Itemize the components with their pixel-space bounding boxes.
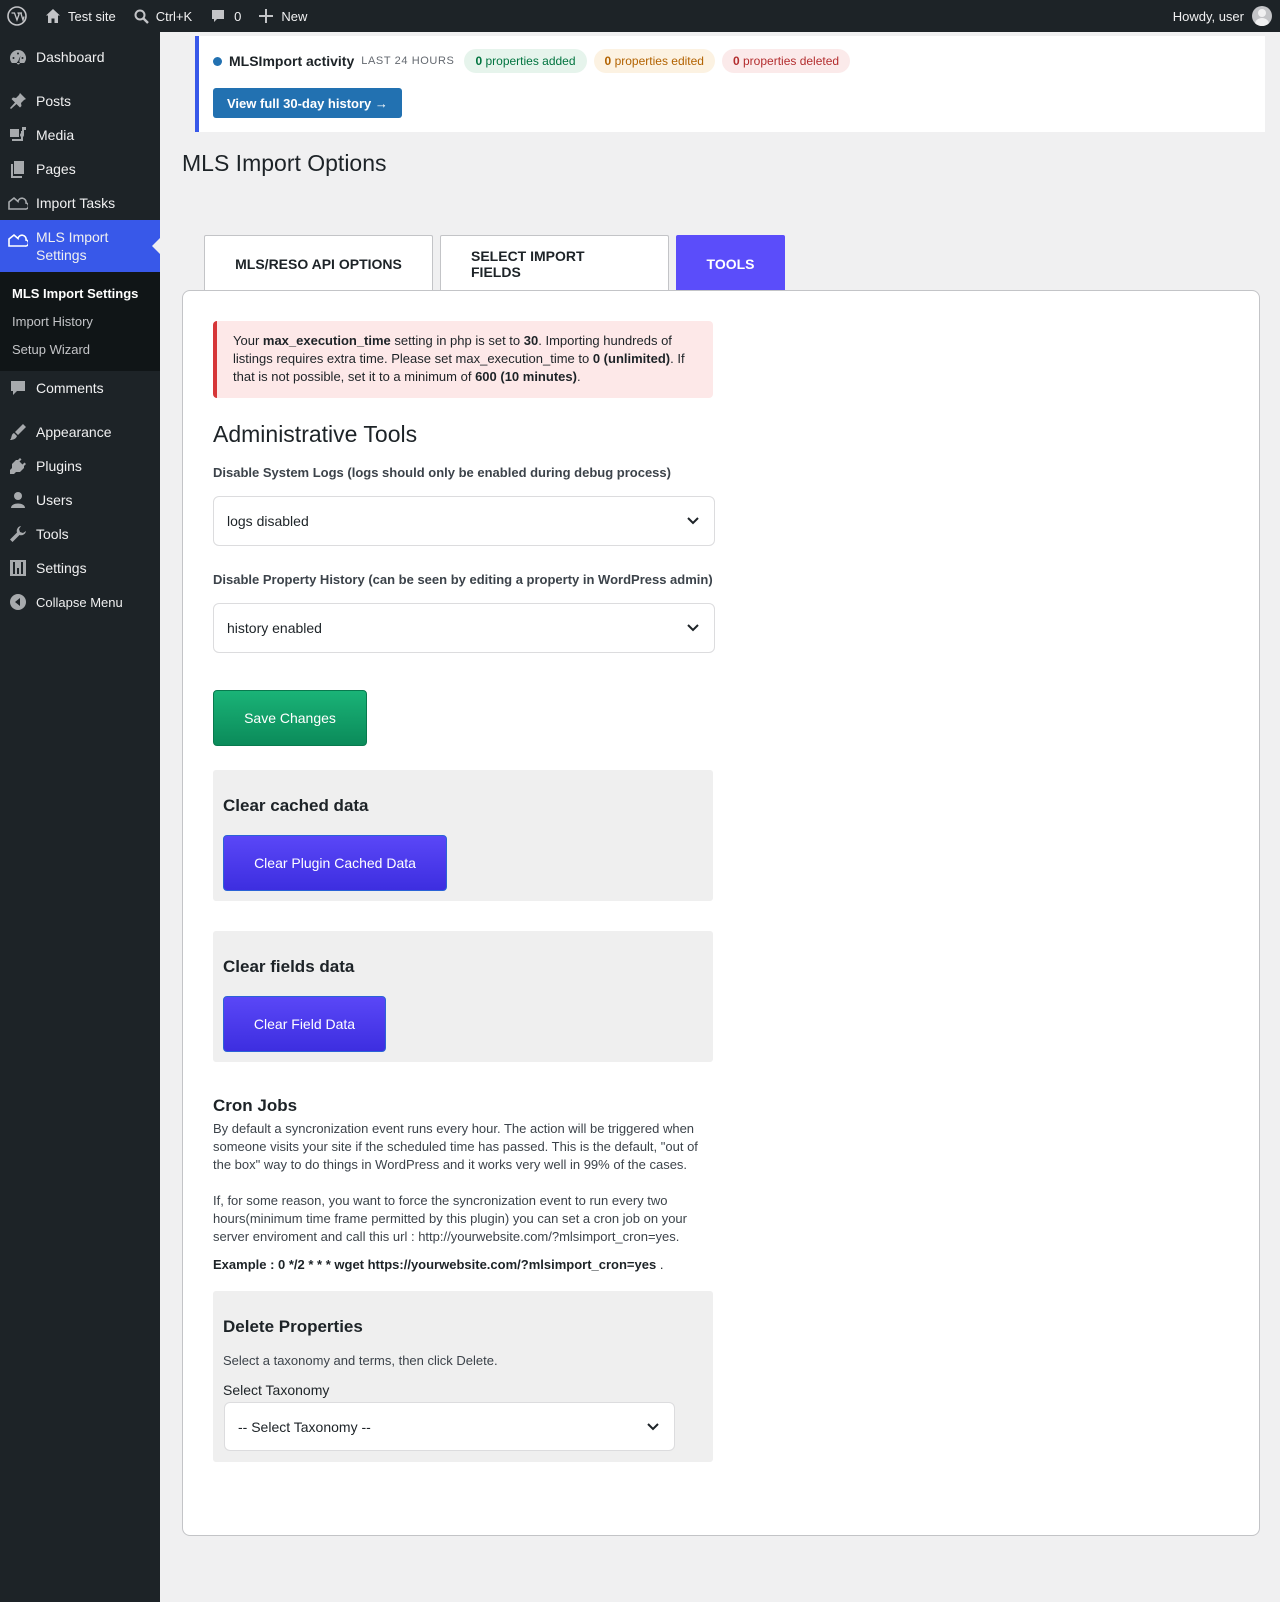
search-shortcut: Ctrl+K — [155, 8, 193, 24]
dashboard-icon — [8, 47, 28, 67]
history-label: Disable Property History (can be seen by… — [213, 572, 713, 587]
user-icon — [8, 490, 28, 510]
pages-icon — [8, 159, 28, 179]
comments-count: 0 — [234, 8, 242, 24]
status-dot — [213, 56, 222, 66]
activity-notice: MLSImport activity LAST 24 HOURS 0 prope… — [195, 36, 1265, 132]
collapse-icon — [8, 592, 28, 612]
sidebar-item-plugins[interactable]: Plugins — [0, 449, 160, 483]
execution-time-warning: Your max_execution_time setting in php i… — [213, 321, 713, 398]
view-history-button[interactable]: View full 30-day history → — [213, 88, 402, 118]
new-content-link[interactable]: New — [249, 0, 315, 32]
submenu-item-import-history[interactable]: Import History — [0, 307, 160, 335]
my-account-link[interactable]: Howdy, user — [1165, 0, 1280, 32]
sidebar-item-appearance[interactable]: Appearance — [0, 415, 160, 449]
cloud-house-icon — [8, 230, 28, 250]
activity-title: MLSImport activity — [229, 53, 355, 69]
deleted-badge: 0 properties deleted — [721, 49, 851, 73]
sidebar-item-mls-import-settings[interactable]: MLS Import Settings — [0, 220, 160, 272]
tab-import-fields[interactable]: SELECT IMPORT FIELDS — [440, 235, 669, 291]
sidebar-item-comments[interactable]: Comments — [0, 371, 160, 405]
mls-import-submenu: MLS Import Settings Import History Setup… — [0, 272, 160, 371]
wrench-icon — [8, 524, 28, 544]
chevron-down-icon — [687, 514, 701, 528]
cron-title: Cron Jobs — [213, 1096, 298, 1115]
cron-example: Example : 0 */2 * * * wget https://yourw… — [213, 1257, 664, 1272]
sidebar-item-settings[interactable]: Settings — [0, 551, 160, 585]
avatar — [1252, 6, 1272, 26]
added-badge: 0 properties added — [464, 49, 587, 73]
sidebar-item-import-tasks[interactable]: Import Tasks — [0, 186, 160, 220]
home-icon — [45, 8, 61, 24]
history-select[interactable]: history enabled — [213, 603, 715, 653]
wordpress-logo-icon[interactable] — [0, 0, 37, 32]
logs-select-value: logs disabled — [227, 513, 309, 529]
clear-cache-button[interactable]: Clear Plugin Cached Data — [223, 835, 447, 891]
chevron-down-icon — [687, 621, 701, 635]
submenu-item-setup-wizard[interactable]: Setup Wizard — [0, 335, 160, 363]
chevron-down-icon — [647, 1420, 661, 1434]
taxonomy-label: Select Taxonomy — [223, 1382, 330, 1398]
logs-select[interactable]: logs disabled — [213, 496, 715, 546]
cron-paragraph-2: If, for some reason, you want to force t… — [213, 1193, 687, 1244]
pin-icon — [8, 91, 28, 111]
submenu-item-mls-import-settings[interactable]: MLS Import Settings — [0, 279, 160, 307]
delete-properties-description: Select a taxonomy and terms, then click … — [223, 1353, 498, 1368]
new-label: New — [281, 8, 308, 24]
media-icon — [8, 125, 28, 145]
brush-icon — [8, 422, 28, 442]
cron-paragraph-1: By default a syncronization event runs e… — [213, 1121, 698, 1172]
logs-label: Disable System Logs (logs should only be… — [213, 465, 671, 480]
sidebar-item-dashboard[interactable]: Dashboard — [0, 40, 160, 74]
tab-tools[interactable]: TOOLS — [676, 235, 785, 291]
clear-cache-box: Clear cached data Clear Plugin Cached Da… — [213, 770, 713, 901]
taxonomy-select-value: -- Select Taxonomy -- — [238, 1418, 371, 1435]
clear-fields-button[interactable]: Clear Field Data — [223, 996, 386, 1052]
tab-api-options[interactable]: MLS/RESO API OPTIONS — [204, 235, 433, 291]
tools-panel: Your max_execution_time setting in php i… — [182, 290, 1260, 1536]
command-palette-button[interactable]: Ctrl+K — [124, 0, 200, 32]
save-changes-button[interactable]: Save Changes — [213, 690, 367, 746]
delete-properties-box: Delete Properties Select a taxonomy and … — [213, 1291, 713, 1462]
clear-fields-box: Clear fields data Clear Field Data — [213, 931, 713, 1062]
comment-icon — [210, 8, 226, 24]
edited-badge: 0 properties edited — [593, 49, 715, 73]
plug-icon — [8, 456, 28, 476]
sidebar-item-users[interactable]: Users — [0, 483, 160, 517]
site-name-link[interactable]: Test site — [37, 0, 124, 32]
sidebar-item-media[interactable]: Media — [0, 118, 160, 152]
admin-sidebar: Dashboard Posts Media Pages Import Tasks… — [0, 32, 160, 1602]
comment-icon — [8, 378, 28, 398]
sliders-icon — [8, 558, 28, 578]
search-icon — [134, 9, 149, 24]
comments-link[interactable]: 0 — [200, 0, 249, 32]
delete-properties-title: Delete Properties — [223, 1317, 363, 1336]
clear-cache-title: Clear cached data — [223, 796, 369, 815]
collapse-menu-button[interactable]: Collapse Menu — [0, 585, 160, 619]
options-tabs: MLS/RESO API OPTIONS SELECT IMPORT FIELD… — [204, 235, 792, 291]
sidebar-item-pages[interactable]: Pages — [0, 152, 160, 186]
history-select-value: history enabled — [227, 620, 322, 636]
cloud-house-icon — [8, 193, 28, 213]
clear-fields-title: Clear fields data — [223, 957, 355, 976]
greeting: Howdy, user — [1172, 8, 1244, 24]
plus-icon — [259, 9, 274, 23]
admin-bar: Test site Ctrl+K 0 New Howdy, user — [0, 0, 1280, 32]
activity-period: LAST 24 HOURS — [361, 55, 455, 67]
sidebar-item-posts[interactable]: Posts — [0, 84, 160, 118]
site-name: Test site — [68, 8, 116, 24]
sidebar-item-tools[interactable]: Tools — [0, 517, 160, 551]
admin-menu: Dashboard Posts Media Pages Import Tasks… — [0, 32, 160, 619]
admin-tools-title: Administrative Tools — [213, 421, 418, 447]
page-title: MLS Import Options — [182, 150, 387, 176]
taxonomy-select[interactable]: -- Select Taxonomy -- — [224, 1402, 675, 1451]
